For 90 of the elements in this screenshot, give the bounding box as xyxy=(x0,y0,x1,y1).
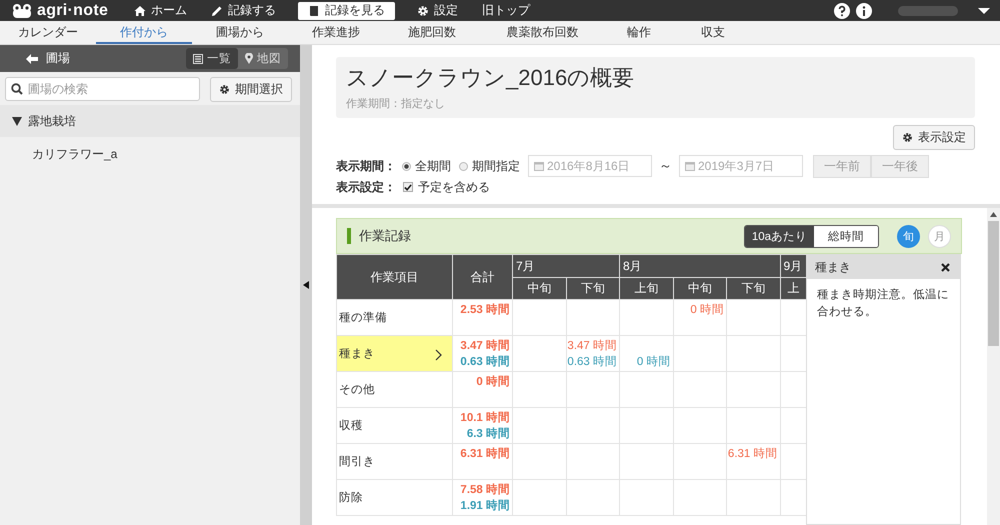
note-title: 種まき xyxy=(815,258,851,276)
logo-text[interactable]: agri·note xyxy=(37,2,108,20)
chevron-icon xyxy=(435,349,442,361)
section-title: 作業記録 xyxy=(359,227,412,245)
gear-icon xyxy=(902,132,913,143)
book-icon xyxy=(308,4,320,16)
page-title: スノークラウン_2016の概要 xyxy=(346,64,636,92)
search-icon xyxy=(11,83,23,95)
list-icon xyxy=(193,54,203,64)
hours-value: 10.1 時間 xyxy=(459,410,510,426)
hours-value: 0.63 時間 xyxy=(459,354,510,370)
collapse-arrow-icon[interactable] xyxy=(303,281,309,289)
help-icon[interactable] xyxy=(834,2,850,18)
info-icon[interactable] xyxy=(856,2,872,18)
table-cell[interactable]: 種まき xyxy=(336,336,452,372)
gear-icon xyxy=(417,4,429,16)
hours-value: 0.63 時間 xyxy=(567,356,617,368)
unit-toggle[interactable]: 総時間 xyxy=(814,226,878,246)
period-header: 上旬 xyxy=(620,278,673,300)
hours-value: 2.53 時間 xyxy=(459,302,510,318)
caret-icon[interactable] xyxy=(978,6,990,14)
unit-toggle[interactable]: 10aあたり xyxy=(744,226,814,246)
pencil-icon xyxy=(211,4,223,16)
blurred-user-name-icon xyxy=(898,6,958,16)
hours-value: 6.3 時間 xyxy=(466,426,510,442)
frog-logo-icon xyxy=(12,4,32,18)
hours-value: 0 時間 xyxy=(690,304,724,316)
radio-button[interactable] xyxy=(402,162,411,170)
period-header: 中旬 xyxy=(512,278,566,300)
calendar-icon xyxy=(685,161,695,171)
note-text: 種まき時期注意。低温に合わせる。 xyxy=(816,287,950,320)
close-icon[interactable] xyxy=(941,262,950,272)
checkbox-label: 予定を含める xyxy=(418,178,490,196)
group-row[interactable]: 露地栽培 xyxy=(0,105,300,137)
month-header: 9月 xyxy=(780,254,807,278)
tab[interactable]: カレンダー xyxy=(0,21,96,44)
expand-triangle-icon xyxy=(12,116,22,126)
back-arrow-icon[interactable] xyxy=(26,54,38,64)
hours-value: 6.31 時間 xyxy=(459,446,510,462)
sidebar-title: 圃場 xyxy=(46,50,70,67)
nav-link[interactable]: 旧トップ xyxy=(472,2,540,20)
period-select-button[interactable]: 期間選択 xyxy=(210,76,292,102)
range-separator: ～ xyxy=(659,157,672,175)
scroll-up-icon[interactable] xyxy=(990,212,997,217)
table-cell[interactable]: 防除 xyxy=(336,480,452,516)
scrollbar[interactable] xyxy=(987,208,1000,525)
table-cell[interactable]: 収穫 xyxy=(336,408,452,444)
nav-link[interactable]: 設定 xyxy=(407,2,468,20)
radio-label: 全期間 xyxy=(415,158,451,174)
group-label: 露地栽培 xyxy=(28,112,76,130)
nav-link[interactable]: ホーム xyxy=(124,2,197,20)
tab[interactable]: 農薬散布回数 xyxy=(480,21,605,44)
column-header: 作業項目 xyxy=(336,254,452,300)
view-button[interactable]: 一覧 xyxy=(186,48,238,69)
tab[interactable]: 収支 xyxy=(673,21,753,44)
table-cell[interactable]: 間引き xyxy=(336,444,452,480)
hours-value: 3.47 時間 xyxy=(459,338,510,354)
period-header: 中旬 xyxy=(673,278,726,300)
column-header: 合計 xyxy=(452,254,512,300)
hours-value: 3.47 時間 xyxy=(567,340,617,352)
home-icon xyxy=(134,4,146,16)
search-field[interactable]: 圃場の検索 xyxy=(5,77,200,101)
display-settings-button[interactable]: 表示設定 xyxy=(893,125,975,150)
view-button[interactable]: 地図 xyxy=(238,48,288,69)
tab[interactable]: 作業進捗 xyxy=(288,21,384,44)
field-item[interactable]: カリフラワー_a xyxy=(0,137,300,171)
tab[interactable]: 圃場から xyxy=(192,21,288,44)
nav-link[interactable]: 記録を見る xyxy=(298,2,395,20)
display-label: 表示設定： xyxy=(336,178,397,196)
hours-value: 6.31 時間 xyxy=(728,448,778,460)
radio-label: 期間指定 xyxy=(472,158,520,174)
checkbox[interactable] xyxy=(403,182,413,192)
month-header: 8月 xyxy=(620,254,780,278)
hours-value: 0 時間 xyxy=(475,374,510,390)
gear-icon xyxy=(219,84,230,94)
tab[interactable]: 施肥回数 xyxy=(384,21,480,44)
month-header: 7月 xyxy=(512,254,620,278)
period-label: 表示期間： xyxy=(336,158,397,174)
hours-value: 0 時間 xyxy=(636,356,670,368)
radio-button[interactable] xyxy=(459,162,468,170)
page-subtitle: 作業期間：指定なし xyxy=(346,96,446,111)
table-cell[interactable]: その他 xyxy=(336,372,452,408)
period-header: 下旬 xyxy=(566,278,620,300)
tab[interactable]: 輪作 xyxy=(605,21,673,44)
map-pin-icon xyxy=(245,53,253,64)
hours-value: 7.58 時間 xyxy=(459,482,510,498)
calendar-icon xyxy=(534,161,544,171)
hours-value: 1.91 時間 xyxy=(459,498,510,514)
period-header: 下旬 xyxy=(726,278,780,300)
nav-link[interactable]: 記録する xyxy=(201,2,286,20)
